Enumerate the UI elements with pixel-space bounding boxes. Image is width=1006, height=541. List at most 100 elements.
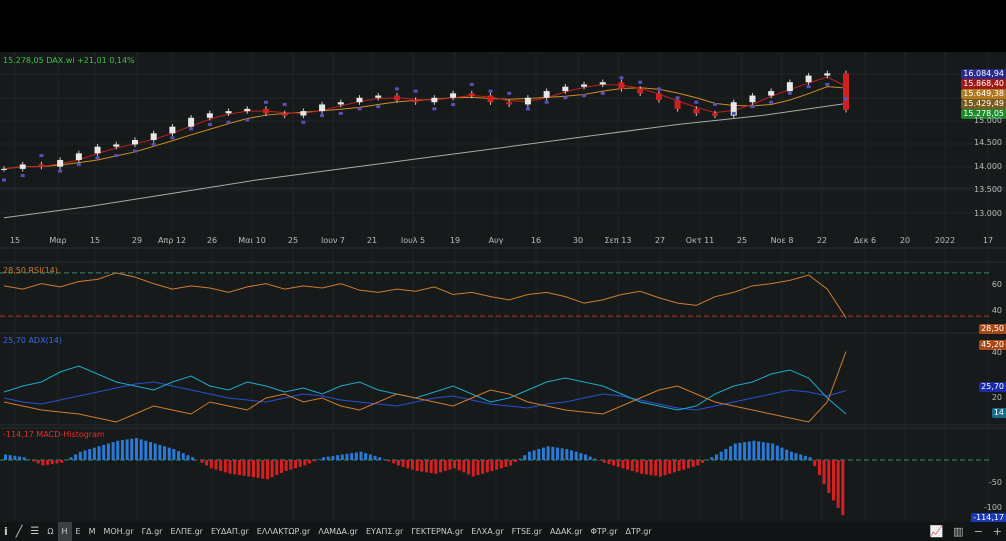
symbol-button[interactable]: ΕΛΧΑ.gr: [467, 522, 507, 541]
x-axis-tick: 16: [530, 236, 542, 245]
macd-bar: [92, 447, 96, 460]
symbol-button[interactable]: ΦΤΡ.gr: [587, 522, 622, 541]
sar-dot: [731, 111, 736, 115]
symbol-button[interactable]: ΜΟΗ.gr: [99, 522, 137, 541]
draw-line-icon[interactable]: ╱: [12, 522, 27, 541]
macd-bar: [163, 446, 167, 460]
symbol-button[interactable]: ΕΥΑΠΣ.gr: [362, 522, 407, 541]
candle-body: [188, 117, 195, 127]
candle-body: [75, 153, 82, 160]
candle-body: [786, 82, 793, 92]
macd-bar: [635, 460, 639, 473]
chart-type-icon[interactable]: 📈: [929, 525, 943, 538]
macd-bar: [326, 456, 330, 460]
sar-dot: [2, 178, 6, 182]
macd-bar: [261, 460, 265, 479]
candle-body: [468, 93, 475, 96]
symbol-button[interactable]: Ε: [72, 522, 85, 541]
macd-bar: [392, 460, 396, 464]
macd-bar: [658, 460, 662, 477]
x-axis-tick: 27: [654, 236, 666, 245]
macd-bar: [668, 460, 672, 474]
macd-bar: [691, 460, 695, 467]
candle-body: [506, 102, 513, 105]
candle-body: [356, 97, 363, 103]
macd-bar: [158, 444, 162, 460]
macd-bar: [775, 445, 779, 460]
sar-dot: [525, 107, 530, 111]
macd-bar: [518, 458, 522, 460]
sar-dot: [600, 91, 605, 95]
macd-bar: [467, 460, 471, 475]
macd-bar: [130, 438, 134, 460]
macd-bar: [336, 455, 340, 460]
sar-dot: [76, 162, 81, 166]
zoom-out-icon[interactable]: −: [974, 525, 983, 538]
macd-bar: [317, 459, 321, 460]
macd-bar: [139, 439, 143, 460]
macd-bar: [237, 460, 241, 476]
sar-dot: [694, 100, 699, 104]
info-icon[interactable]: i: [0, 522, 12, 541]
sar-dot: [469, 82, 474, 86]
macd-bar: [125, 439, 129, 460]
symbol-button[interactable]: ΕΛΛΑΚΤΩΡ.gr: [253, 522, 314, 541]
macd-bar: [527, 451, 531, 460]
macd-bar: [247, 460, 251, 477]
sar-dot: [226, 120, 231, 124]
macd-bar: [303, 460, 307, 466]
sar-dot: [189, 127, 194, 131]
symbol-button[interactable]: FTSE.gr: [508, 522, 546, 541]
candle-body: [693, 108, 700, 114]
symbol-button[interactable]: ΔΤΡ.gr: [622, 522, 656, 541]
candle-body: [393, 95, 400, 100]
symbol-button[interactable]: Η: [57, 522, 72, 541]
macd-bar: [560, 448, 564, 460]
macd-bar: [331, 455, 335, 460]
sar-dot: [451, 102, 456, 106]
symbol-button[interactable]: Ω: [43, 522, 57, 541]
candle-body: [94, 146, 101, 154]
symbol-button[interactable]: ΓΔ.gr: [138, 522, 167, 541]
symbol-button[interactable]: ΕΛΠΕ.gr: [166, 522, 207, 541]
macd-bar: [757, 441, 761, 460]
macd-bar: [429, 460, 433, 474]
candle-body: [150, 133, 157, 140]
symbol-button[interactable]: ΛΑΜΔΑ.gr: [314, 522, 362, 541]
macd-bar: [672, 460, 676, 473]
macd-bar: [677, 460, 681, 471]
x-axis-tick: 25: [736, 236, 748, 245]
adx-label: 25,70 ADX(14): [3, 336, 62, 345]
macd-bar: [443, 460, 447, 471]
macd-bar: [74, 454, 78, 460]
candle-body: [562, 86, 569, 92]
macd-bar: [696, 460, 700, 466]
macd-bar: [654, 460, 658, 476]
symbol-button[interactable]: ΕΥΔΑΠ.gr: [207, 522, 253, 541]
indicators-icon[interactable]: ☰: [26, 522, 43, 541]
sar-dot: [713, 102, 718, 106]
zoom-in-icon[interactable]: +: [993, 525, 1002, 538]
macd-bar: [481, 460, 485, 474]
macd-bar: [453, 460, 457, 469]
macd-bar: [312, 460, 316, 462]
symbol-button[interactable]: ΑΔΑΚ.gr: [546, 522, 587, 541]
price-tag: 15.649,38: [961, 89, 1006, 99]
macd-bar: [570, 450, 574, 460]
macd-bar: [242, 460, 246, 476]
symbol-button[interactable]: ΓΕΚΤΕΡΝΑ.gr: [407, 522, 467, 541]
candle-body: [131, 140, 138, 145]
candle-body: [38, 164, 45, 167]
macd-bar: [106, 443, 110, 460]
candle-body: [225, 111, 232, 114]
volume-icon[interactable]: ▥: [953, 525, 963, 538]
macd-bar: [116, 440, 120, 460]
chart-canvas[interactable]: [0, 52, 1006, 522]
macd-bar: [738, 442, 742, 460]
macd-bar: [584, 454, 588, 460]
macd-bar: [8, 455, 12, 460]
sar-dot: [507, 91, 512, 95]
symbol-button[interactable]: Μ: [85, 522, 100, 541]
macd-bar: [228, 460, 232, 474]
macd-bar: [607, 460, 611, 465]
